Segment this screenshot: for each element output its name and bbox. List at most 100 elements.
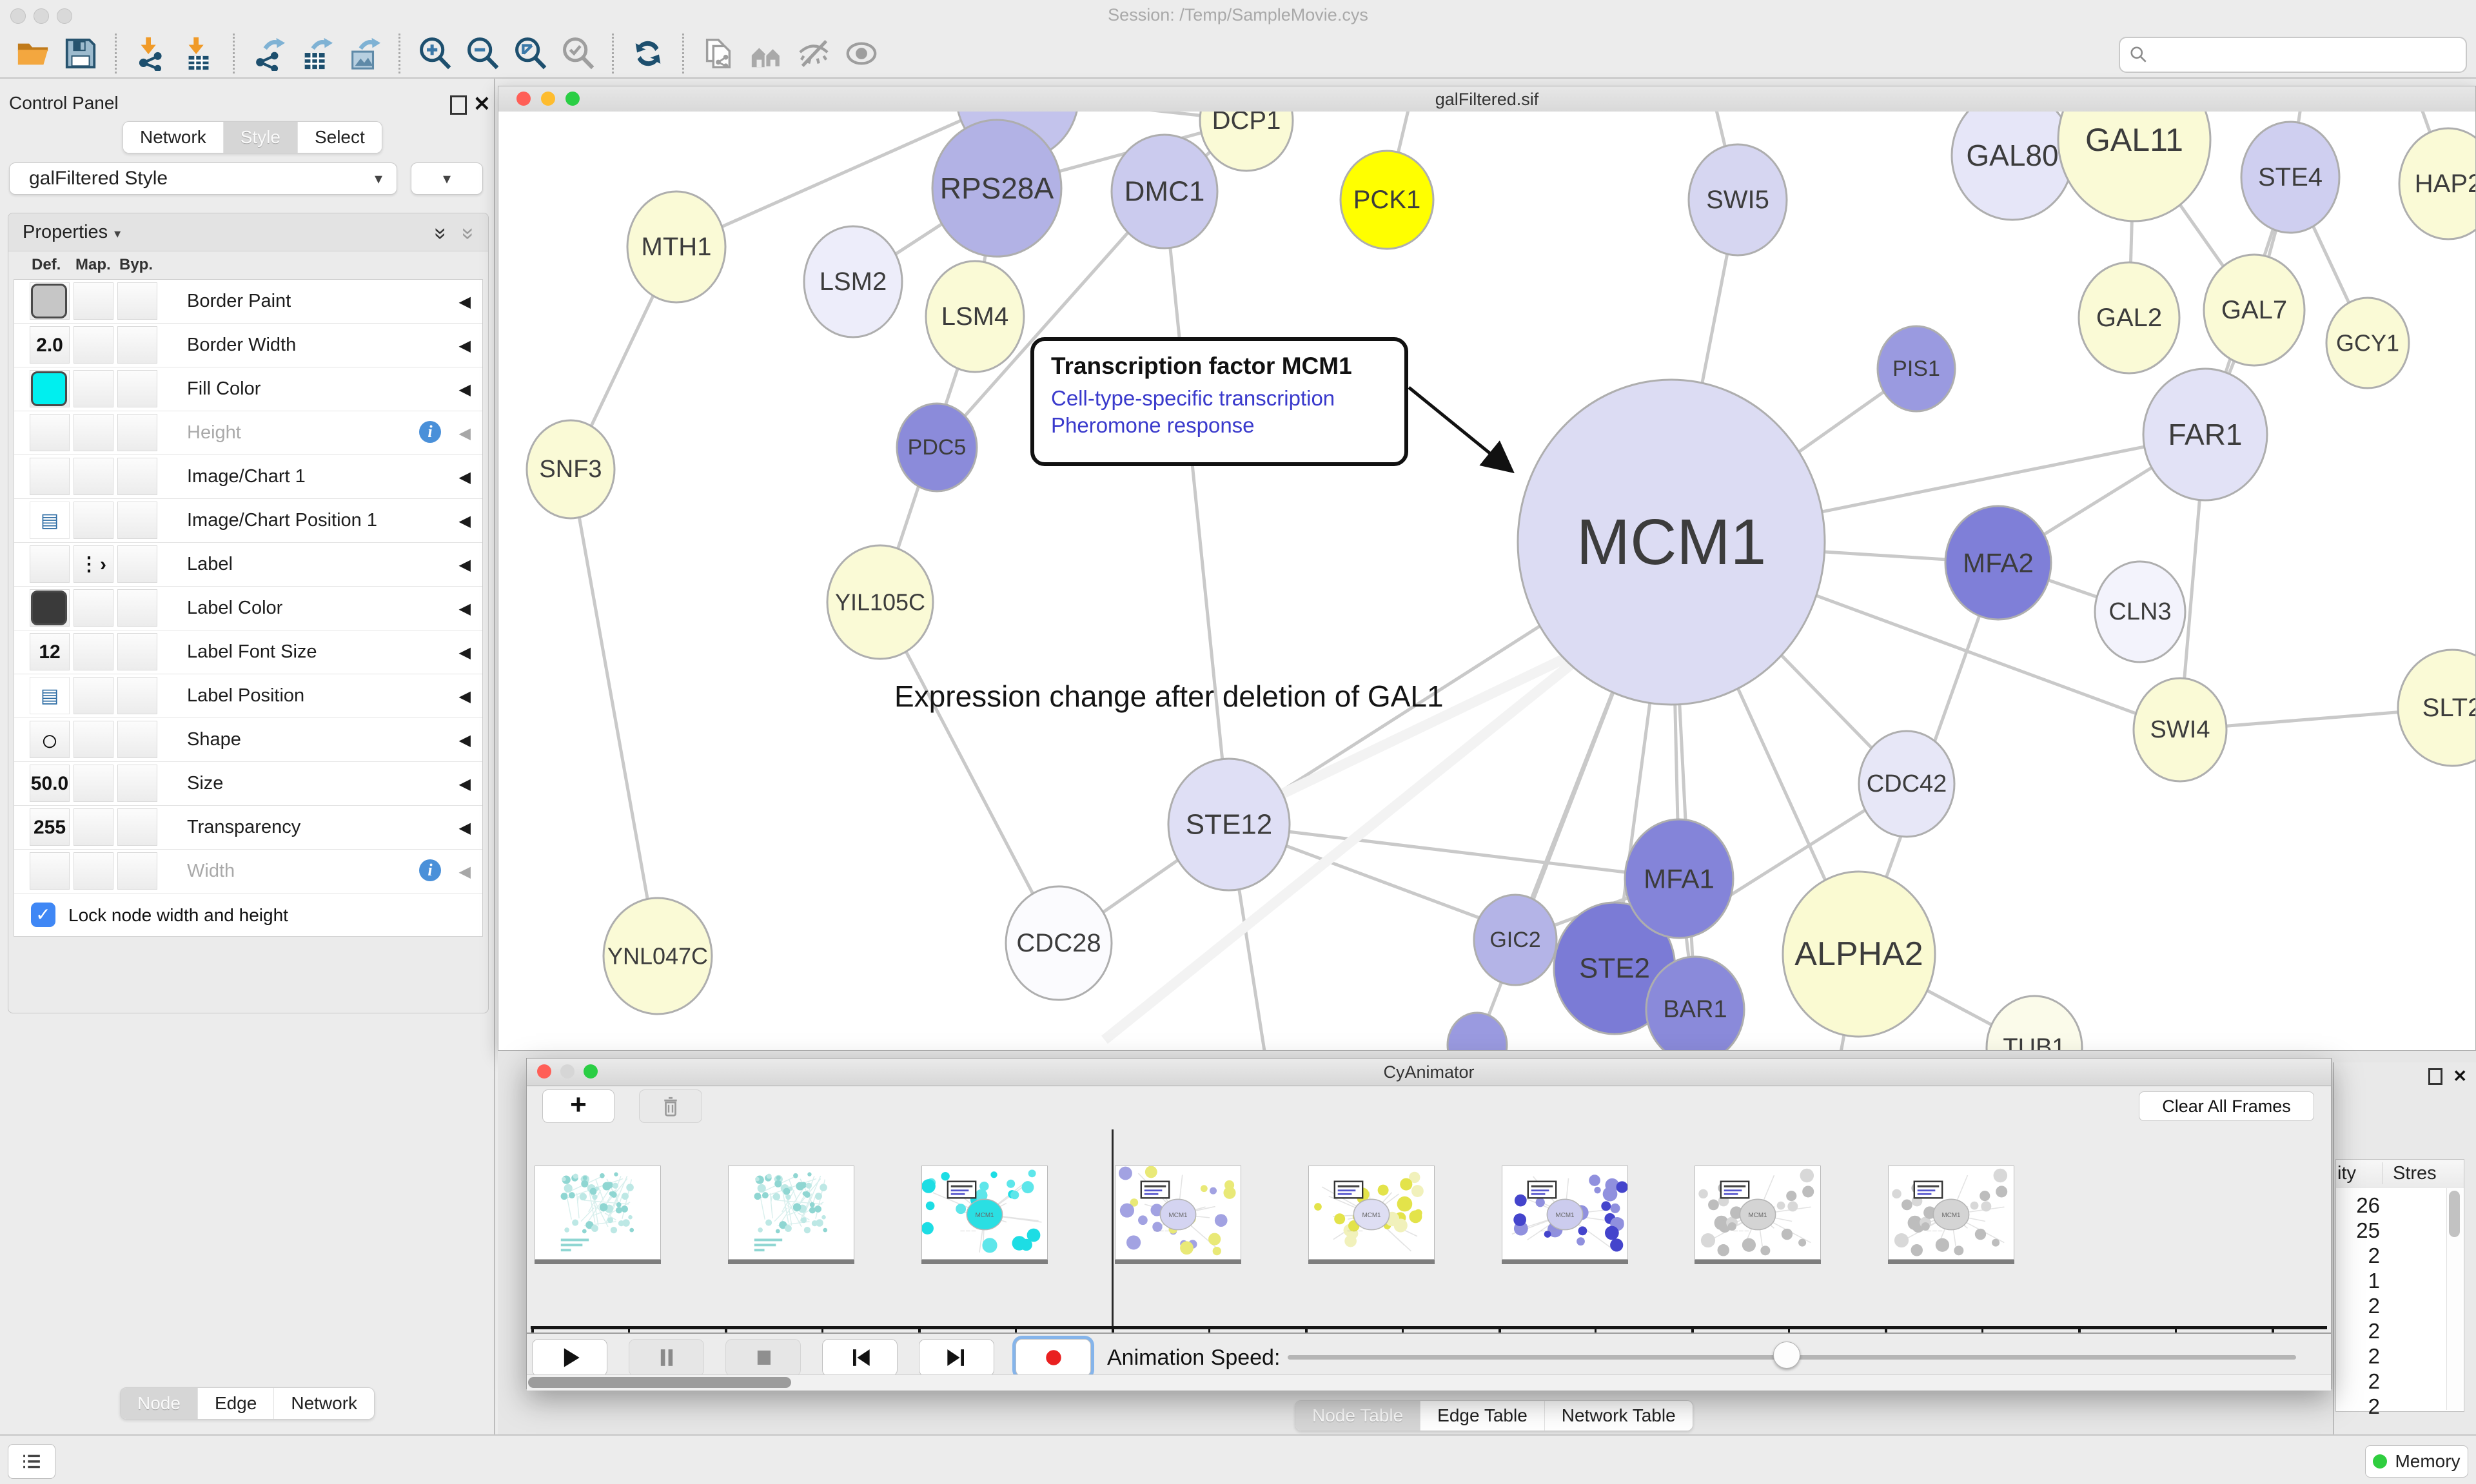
- attribute-tab-edge[interactable]: Edge: [197, 1388, 273, 1419]
- default-value[interactable]: 12: [30, 630, 70, 674]
- float-panel-icon[interactable]: [450, 95, 467, 115]
- color-swatch[interactable]: [31, 284, 67, 318]
- property-cell[interactable]: [74, 808, 113, 846]
- position-icon[interactable]: ▤: [30, 677, 70, 714]
- property-row-label-font-size[interactable]: 12Label Font Size◀: [14, 630, 482, 674]
- table-tab-edge-table[interactable]: Edge Table: [1420, 1401, 1544, 1430]
- property-row-width[interactable]: Widthi◀: [14, 850, 482, 893]
- property-cell[interactable]: [74, 677, 113, 714]
- close-panel-icon[interactable]: ✕: [473, 92, 491, 116]
- info-icon[interactable]: i: [419, 859, 441, 881]
- property-cell[interactable]: [74, 633, 113, 670]
- property-row-transparency[interactable]: 255Transparency◀: [14, 806, 482, 850]
- frame-thumbnail-3[interactable]: MCM1— — —: [1115, 1166, 1241, 1260]
- frame-thumbnail-0[interactable]: [535, 1166, 661, 1260]
- slider-handle[interactable]: [1773, 1342, 1800, 1369]
- collapse-arrow-icon[interactable]: ◀: [459, 863, 471, 881]
- timeline-playhead[interactable]: [1112, 1129, 1114, 1326]
- collapse-arrow-icon[interactable]: ◀: [459, 380, 471, 399]
- cyanimator-titlebar[interactable]: CyAnimator: [527, 1059, 2331, 1086]
- import-table-button[interactable]: [179, 34, 218, 73]
- property-cell[interactable]: [117, 765, 157, 802]
- network-window-titlebar[interactable]: galFiltered.sif: [498, 86, 2475, 112]
- network-canvas[interactable]: DCP1DMC1RPS28APCK1SWI5GAL80GAL11STE4HAP2…: [498, 112, 2475, 1050]
- frame-thumbnail-5[interactable]: MCM1— — —: [1502, 1166, 1628, 1260]
- collapse-arrow-icon[interactable]: ◀: [459, 424, 471, 443]
- frame-thumbnail-1[interactable]: [728, 1166, 854, 1260]
- property-cell[interactable]: [117, 282, 157, 320]
- property-cell[interactable]: [117, 458, 157, 495]
- property-row-shape[interactable]: ○Shape◀: [14, 718, 482, 762]
- collapse-arrow-icon[interactable]: ◀: [459, 819, 471, 837]
- edge[interactable]: [880, 602, 1059, 943]
- property-row-height[interactable]: Heighti◀: [14, 411, 482, 455]
- style-selector[interactable]: galFiltered Style ▾: [9, 162, 397, 195]
- collapse-arrow-icon[interactable]: ◀: [459, 512, 471, 531]
- close-panel-icon[interactable]: ✕: [2453, 1066, 2467, 1086]
- zoom-in-button[interactable]: [415, 34, 454, 73]
- annotation-box[interactable]: Transcription factor MCM1 Cell-type-spec…: [1030, 337, 1408, 466]
- zoom-out-button[interactable]: [463, 34, 502, 73]
- style-options-button[interactable]: ▾: [411, 162, 483, 195]
- property-cell[interactable]: [74, 721, 113, 758]
- property-cell[interactable]: [74, 414, 113, 451]
- refresh-view-button[interactable]: [629, 34, 667, 73]
- property-cell[interactable]: [117, 852, 157, 890]
- property-cell[interactable]: [74, 765, 113, 802]
- property-row-image-chart-position-1[interactable]: ▤Image/Chart Position 1◀: [14, 499, 482, 543]
- attribute-tab-network[interactable]: Network: [273, 1388, 374, 1419]
- frame-thumbnail-4[interactable]: MCM1— — —: [1308, 1166, 1435, 1260]
- play-button[interactable]: [532, 1339, 607, 1376]
- lock-checkbox[interactable]: ✓: [31, 903, 55, 927]
- annotation-link[interactable]: Pheromone response: [1051, 413, 1388, 438]
- node-item[interactable]: [1448, 1013, 1507, 1050]
- default-value[interactable]: 50.0: [30, 762, 70, 805]
- annotation-link[interactable]: Cell-type-specific transcription: [1051, 386, 1388, 411]
- clear-all-frames-button[interactable]: Clear All Frames: [2139, 1091, 2314, 1121]
- position-icon[interactable]: ▤: [30, 502, 70, 539]
- property-row-border-width[interactable]: 2.0Border Width◀: [14, 324, 482, 367]
- edge[interactable]: [1164, 191, 1229, 825]
- frame-thumbnail-6[interactable]: MCM1— — —: [1695, 1166, 1821, 1260]
- table-tab-node-table[interactable]: Node Table: [1295, 1401, 1420, 1430]
- frame-thumbnail-7[interactable]: MCM1— — —: [1888, 1166, 2014, 1260]
- save-session-button[interactable]: [61, 34, 100, 73]
- collapse-arrow-icon[interactable]: ◀: [459, 775, 471, 794]
- node-table[interactable]: ity Stres 26252122222: [2335, 1159, 2464, 1412]
- property-row-image-chart-1[interactable]: Image/Chart 1◀: [14, 455, 482, 499]
- collapse-arrow-icon[interactable]: ◀: [459, 468, 471, 487]
- properties-header[interactable]: Properties▾ » «: [8, 213, 488, 251]
- color-swatch[interactable]: [31, 591, 67, 625]
- property-cell[interactable]: [74, 852, 113, 890]
- ellipse-shape-icon[interactable]: ○: [30, 718, 70, 761]
- property-cell[interactable]: [30, 545, 70, 583]
- collapse-arrow-icon[interactable]: ◀: [459, 731, 471, 750]
- default-value[interactable]: 2.0: [30, 324, 70, 367]
- property-row-size[interactable]: 50.0Size◀: [14, 762, 482, 806]
- zoom-fit-button[interactable]: [511, 34, 549, 73]
- property-row-label[interactable]: ⋮›Label◀: [14, 543, 482, 587]
- property-row-label-color[interactable]: Label Color◀: [14, 587, 482, 630]
- attribute-tab-node[interactable]: Node: [121, 1388, 197, 1419]
- expand-all-icon[interactable]: »: [428, 228, 453, 240]
- property-cell[interactable]: [117, 414, 157, 451]
- export-network-button[interactable]: [250, 34, 288, 73]
- property-cell[interactable]: [117, 808, 157, 846]
- edge[interactable]: [571, 469, 658, 956]
- search-field[interactable]: [2119, 37, 2467, 73]
- property-cell[interactable]: [117, 545, 157, 583]
- import-network-button[interactable]: [132, 34, 170, 73]
- add-frame-button[interactable]: +: [542, 1089, 614, 1123]
- property-row-label-position[interactable]: ▤Label Position◀: [14, 674, 482, 718]
- property-cell[interactable]: [30, 852, 70, 890]
- table-column-centrality[interactable]: ity: [2337, 1163, 2356, 1184]
- property-cell[interactable]: [117, 633, 157, 670]
- property-cell[interactable]: [117, 677, 157, 714]
- table-tab-network-table[interactable]: Network Table: [1544, 1401, 1693, 1430]
- frame-thumbnail-2[interactable]: MCM1— — —: [921, 1166, 1048, 1260]
- cyanimator-scrollbar[interactable]: [527, 1374, 2331, 1391]
- skip-start-button[interactable]: [822, 1339, 898, 1376]
- property-cell[interactable]: [30, 414, 70, 451]
- tab-select[interactable]: Select: [297, 122, 382, 153]
- collapse-arrow-icon[interactable]: ◀: [459, 687, 471, 706]
